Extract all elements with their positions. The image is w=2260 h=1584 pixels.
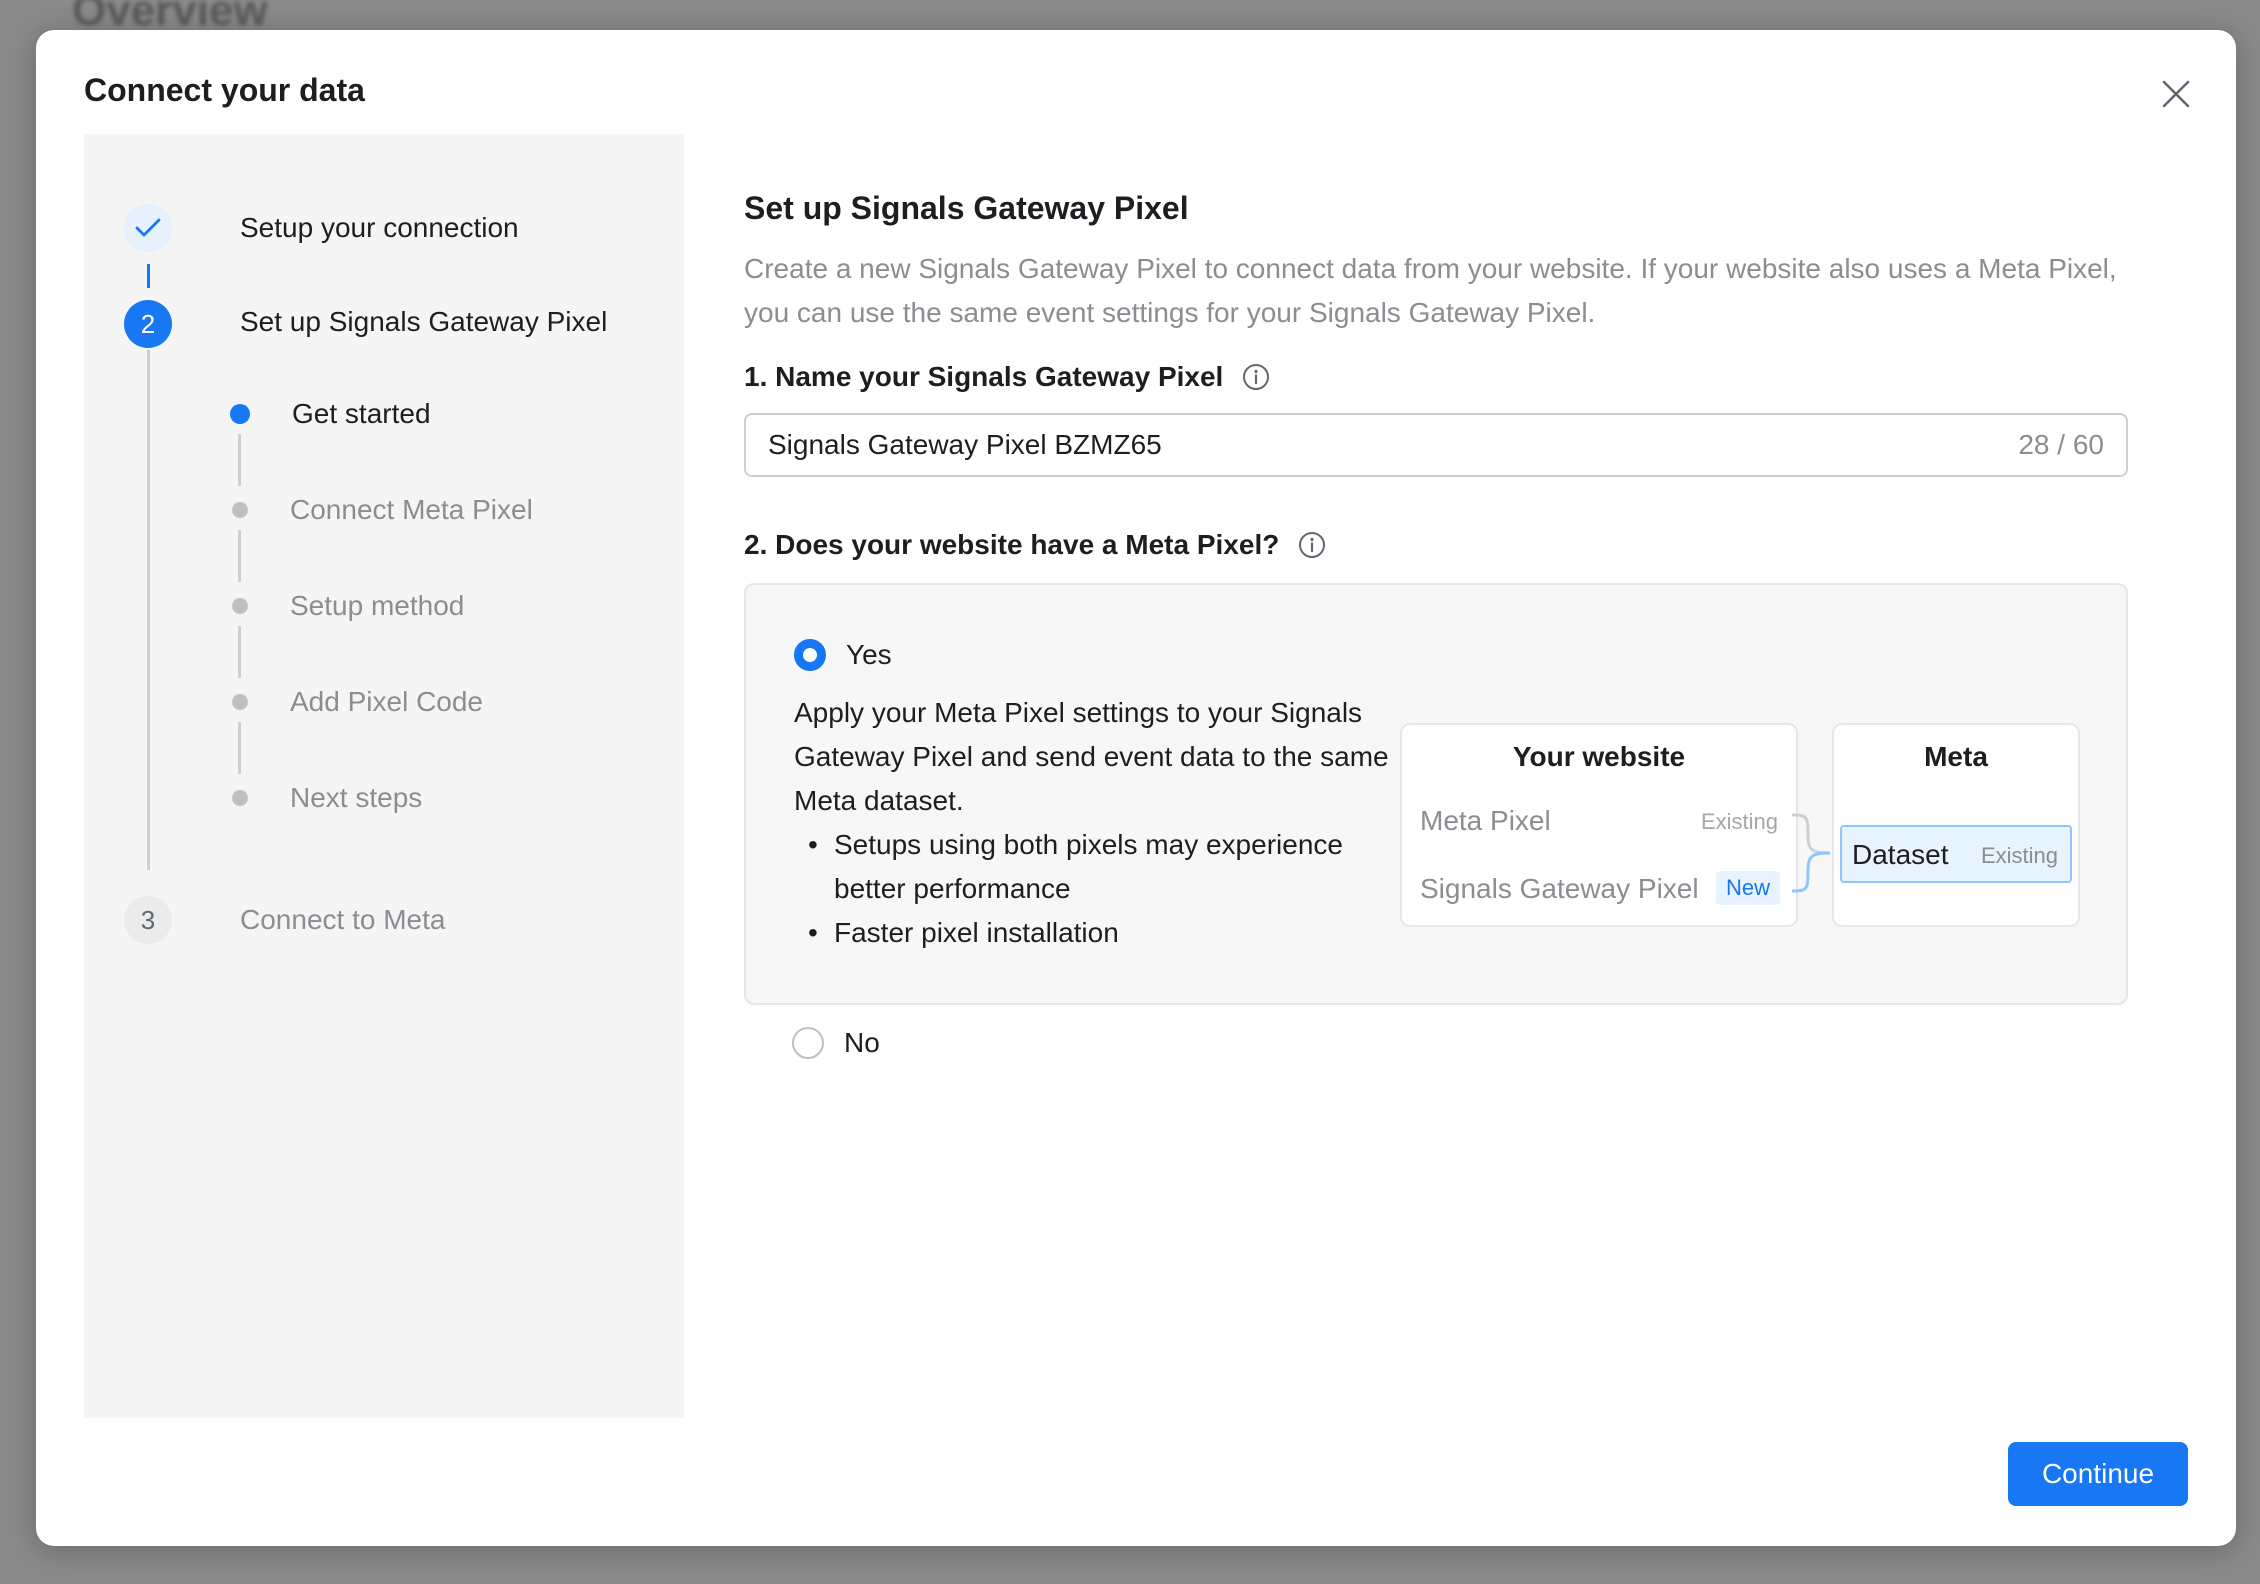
substep-dot: [232, 790, 248, 806]
yes-option-description: Apply your Meta Pixel settings to your S…: [794, 691, 1394, 955]
connect-data-modal: Connect your data Setup your connection …: [36, 30, 2236, 1546]
name-field-label: 1. Name your Signals Gateway Pixel: [744, 361, 2128, 393]
meta-diagram-title: Meta: [1924, 741, 1988, 772]
website-diagram-box: Your website Meta Pixel Existing Signals…: [1400, 723, 1798, 927]
name-field-label-text: 1. Name your Signals Gateway Pixel: [744, 361, 1224, 392]
substep-connect-meta-pixel[interactable]: Connect Meta Pixel: [290, 494, 533, 526]
dataset-label: Dataset: [1852, 839, 1949, 870]
substep-dot: [232, 502, 248, 518]
dataset-item: Dataset Existing: [1840, 825, 2072, 883]
pixel-name-input[interactable]: Signals Gateway Pixel BZMZ65 28 / 60: [744, 413, 2128, 477]
continue-button[interactable]: Continue: [2008, 1442, 2188, 1506]
no-radio-button[interactable]: [792, 1027, 824, 1059]
no-radio-option[interactable]: No: [792, 1027, 2128, 1059]
step-1-label[interactable]: Setup your connection: [240, 212, 519, 244]
new-tag: New: [1715, 871, 1780, 905]
substep-dot: [232, 598, 248, 614]
pixel-question-label-text: 2. Does your website have a Meta Pixel?: [744, 529, 1280, 560]
step-3-number: 3: [124, 896, 172, 944]
existing-tag: Existing: [1980, 843, 2058, 868]
section-heading: Set up Signals Gateway Pixel: [744, 190, 1189, 226]
list-item: Setups using both pixels may experience …: [808, 823, 1394, 911]
section-description: Create a new Signals Gateway Pixel to co…: [744, 253, 2117, 328]
substep-connector: [238, 722, 241, 774]
gateway-pixel-item: Signals Gateway Pixel: [1420, 873, 1699, 904]
step-connector: [147, 350, 150, 870]
yes-radio-label: Yes: [846, 639, 892, 670]
existing-tag: Existing: [1700, 809, 1778, 834]
main-content: Set up Signals Gateway Pixel Create a ne…: [744, 190, 2128, 1059]
meta-diagram-box: Meta Dataset Existing: [1832, 723, 2080, 927]
yes-description-text: Apply your Meta Pixel settings to your S…: [794, 697, 1389, 816]
pixel-name-value: Signals Gateway Pixel BZMZ65: [768, 429, 1162, 460]
substep-active-dot: [230, 404, 250, 424]
yes-radio-option[interactable]: Yes: [794, 639, 892, 671]
benefits-list: Setups using both pixels may experience …: [808, 823, 1394, 955]
substep-dot: [232, 694, 248, 710]
yes-radio-button[interactable]: [794, 639, 826, 671]
info-icon[interactable]: [1297, 530, 1327, 560]
substep-connector: [238, 626, 241, 678]
step-1-check-icon: [124, 204, 172, 252]
pixel-question-label: 2. Does your website have a Meta Pixel?: [744, 529, 2128, 561]
step-2-label[interactable]: Set up Signals Gateway Pixel: [240, 306, 607, 338]
substep-get-started[interactable]: Get started: [292, 398, 431, 430]
setup-stepper: Setup your connection 2 Set up Signals G…: [84, 134, 684, 1418]
list-item: Faster pixel installation: [808, 911, 1394, 955]
step-2-number: 2: [124, 300, 172, 348]
step-connector: [147, 264, 150, 288]
info-icon[interactable]: [1241, 362, 1271, 392]
meta-pixel-item: Meta Pixel: [1420, 805, 1551, 836]
no-radio-label: No: [844, 1027, 880, 1058]
close-icon: [2162, 80, 2190, 108]
substep-connector: [238, 434, 241, 486]
substep-connector: [238, 530, 241, 582]
substep-setup-method[interactable]: Setup method: [290, 590, 464, 622]
substep-add-pixel-code[interactable]: Add Pixel Code: [290, 686, 483, 718]
close-button[interactable]: [2152, 70, 2200, 118]
yes-option-card[interactable]: Yes Apply your Meta Pixel settings to yo…: [744, 583, 2128, 1005]
step-3-label[interactable]: Connect to Meta: [240, 904, 445, 936]
substep-next-steps[interactable]: Next steps: [290, 782, 422, 814]
website-diagram-title: Your website: [1512, 741, 1686, 772]
modal-title: Connect your data: [84, 72, 365, 108]
character-counter: 28 / 60: [2018, 429, 2104, 460]
